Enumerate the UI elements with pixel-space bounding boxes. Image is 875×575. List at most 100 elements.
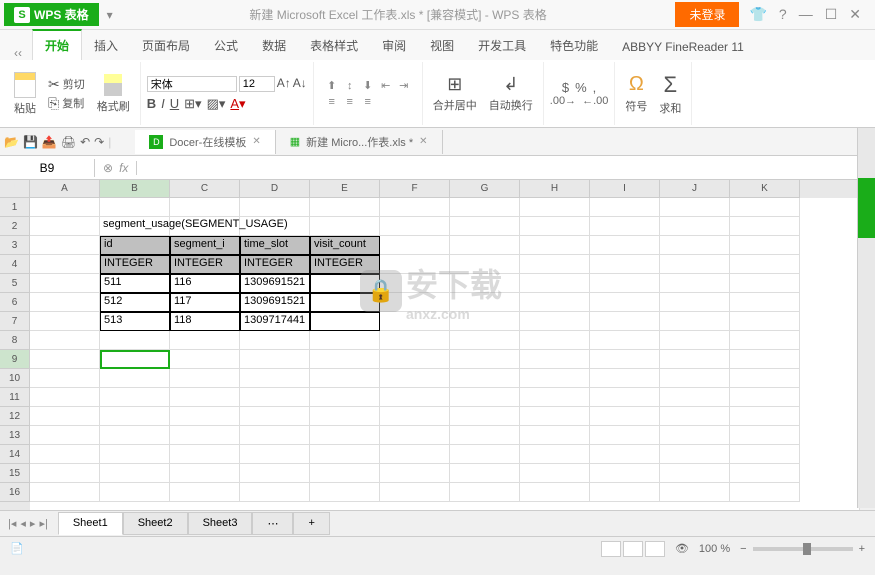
cell-G11[interactable] [450,388,520,407]
cell-C10[interactable] [170,369,240,388]
cell-A12[interactable] [30,407,100,426]
tab-features[interactable]: 特色功能 [538,31,610,60]
cell-H10[interactable] [520,369,590,388]
cell-D11[interactable] [240,388,310,407]
cell-D3[interactable]: time_slot [240,236,310,255]
cell-I14[interactable] [590,445,660,464]
cell-I8[interactable] [590,331,660,350]
cell-H1[interactable] [520,198,590,217]
cell-E10[interactable] [310,369,380,388]
cell-E11[interactable] [310,388,380,407]
row-header-15[interactable]: 15 [0,464,30,483]
cell-E12[interactable] [310,407,380,426]
cell-H11[interactable] [520,388,590,407]
wrap-button[interactable]: ↲自动换行 [485,72,537,115]
app-menu-dropdown[interactable]: ▾ [99,8,121,22]
cell-E5[interactable] [310,274,380,293]
cell-G8[interactable] [450,331,520,350]
cell-B6[interactable]: 512 [100,293,170,312]
shirt-icon[interactable]: 👕 [749,6,766,23]
cell-A16[interactable] [30,483,100,502]
cell-E14[interactable] [310,445,380,464]
cell-F15[interactable] [380,464,450,483]
row-header-7[interactable]: 7 [0,312,30,331]
col-header-I[interactable]: I [590,180,660,198]
cell-K8[interactable] [730,331,800,350]
close-tab-icon[interactable]: ✕ [252,136,260,147]
cell-A3[interactable] [30,236,100,255]
cell-B16[interactable] [100,483,170,502]
tab-formula[interactable]: 公式 [202,31,250,60]
cell-C1[interactable] [170,198,240,217]
align-middle-icon[interactable]: ↕ [342,79,358,93]
cell-J6[interactable] [660,293,730,312]
cell-F6[interactable] [380,293,450,312]
close-tab-icon[interactable]: ✕ [419,136,427,147]
cell-C3[interactable]: segment_i [170,236,240,255]
row-header-9[interactable]: 9 [0,350,30,369]
cell-J3[interactable] [660,236,730,255]
col-header-C[interactable]: C [170,180,240,198]
cell-H14[interactable] [520,445,590,464]
view-break-icon[interactable] [645,541,665,557]
cell-G13[interactable] [450,426,520,445]
cell-C12[interactable] [170,407,240,426]
cell-F16[interactable] [380,483,450,502]
cell-B4[interactable]: INTEGER [100,255,170,274]
name-box[interactable]: B9 [0,159,95,177]
row-header-4[interactable]: 4 [0,255,30,274]
cell-E15[interactable] [310,464,380,483]
cell-H8[interactable] [520,331,590,350]
row-header-1[interactable]: 1 [0,198,30,217]
cell-I16[interactable] [590,483,660,502]
row-header-12[interactable]: 12 [0,407,30,426]
align-left-icon[interactable]: ≡ [324,95,340,109]
sheet-prev-icon[interactable]: ◂ [20,517,26,530]
indent-inc-icon[interactable]: ⇥ [396,79,412,93]
cell-B14[interactable] [100,445,170,464]
cell-K3[interactable] [730,236,800,255]
cell-A2[interactable] [30,217,100,236]
cell-E9[interactable] [310,350,380,369]
cell-G16[interactable] [450,483,520,502]
cell-C5[interactable]: 116 [170,274,240,293]
cell-G7[interactable] [450,312,520,331]
cell-G1[interactable] [450,198,520,217]
cell-B15[interactable] [100,464,170,483]
cell-F7[interactable] [380,312,450,331]
cell-K1[interactable] [730,198,800,217]
cell-G15[interactable] [450,464,520,483]
cell-K5[interactable] [730,274,800,293]
cell-K12[interactable] [730,407,800,426]
cell-D5[interactable]: 1309691521 [240,274,310,293]
sheet-tab-3[interactable]: Sheet3 [188,512,253,535]
cell-D7[interactable]: 1309717441 [240,312,310,331]
cell-E1[interactable] [310,198,380,217]
cell-K4[interactable] [730,255,800,274]
cell-I6[interactable] [590,293,660,312]
cell-I11[interactable] [590,388,660,407]
cell-A11[interactable] [30,388,100,407]
view-normal-icon[interactable] [601,541,621,557]
row-header-14[interactable]: 14 [0,445,30,464]
cell-A6[interactable] [30,293,100,312]
underline-button[interactable]: U [170,96,179,111]
col-header-A[interactable]: A [30,180,100,198]
sheet-last-icon[interactable]: ▸| [39,517,47,530]
cell-D9[interactable] [240,350,310,369]
file-tab[interactable]: ▦ 新建 Micro...作表.xls * ✕ [276,130,443,154]
tab-view[interactable]: 视图 [418,31,466,60]
cell-G12[interactable] [450,407,520,426]
tab-review[interactable]: 审阅 [370,31,418,60]
cell-I1[interactable] [590,198,660,217]
docer-tab[interactable]: D Docer-在线模板 ✕ [135,130,275,154]
cell-D13[interactable] [240,426,310,445]
cell-K16[interactable] [730,483,800,502]
fx-cancel-icon[interactable]: ⊗ [103,161,113,175]
bold-button[interactable]: B [147,96,156,111]
cell-J9[interactable] [660,350,730,369]
tab-layout[interactable]: 页面布局 [130,31,202,60]
cell-I2[interactable] [590,217,660,236]
cell-I15[interactable] [590,464,660,483]
undo-icon[interactable]: ↶ [80,135,90,149]
